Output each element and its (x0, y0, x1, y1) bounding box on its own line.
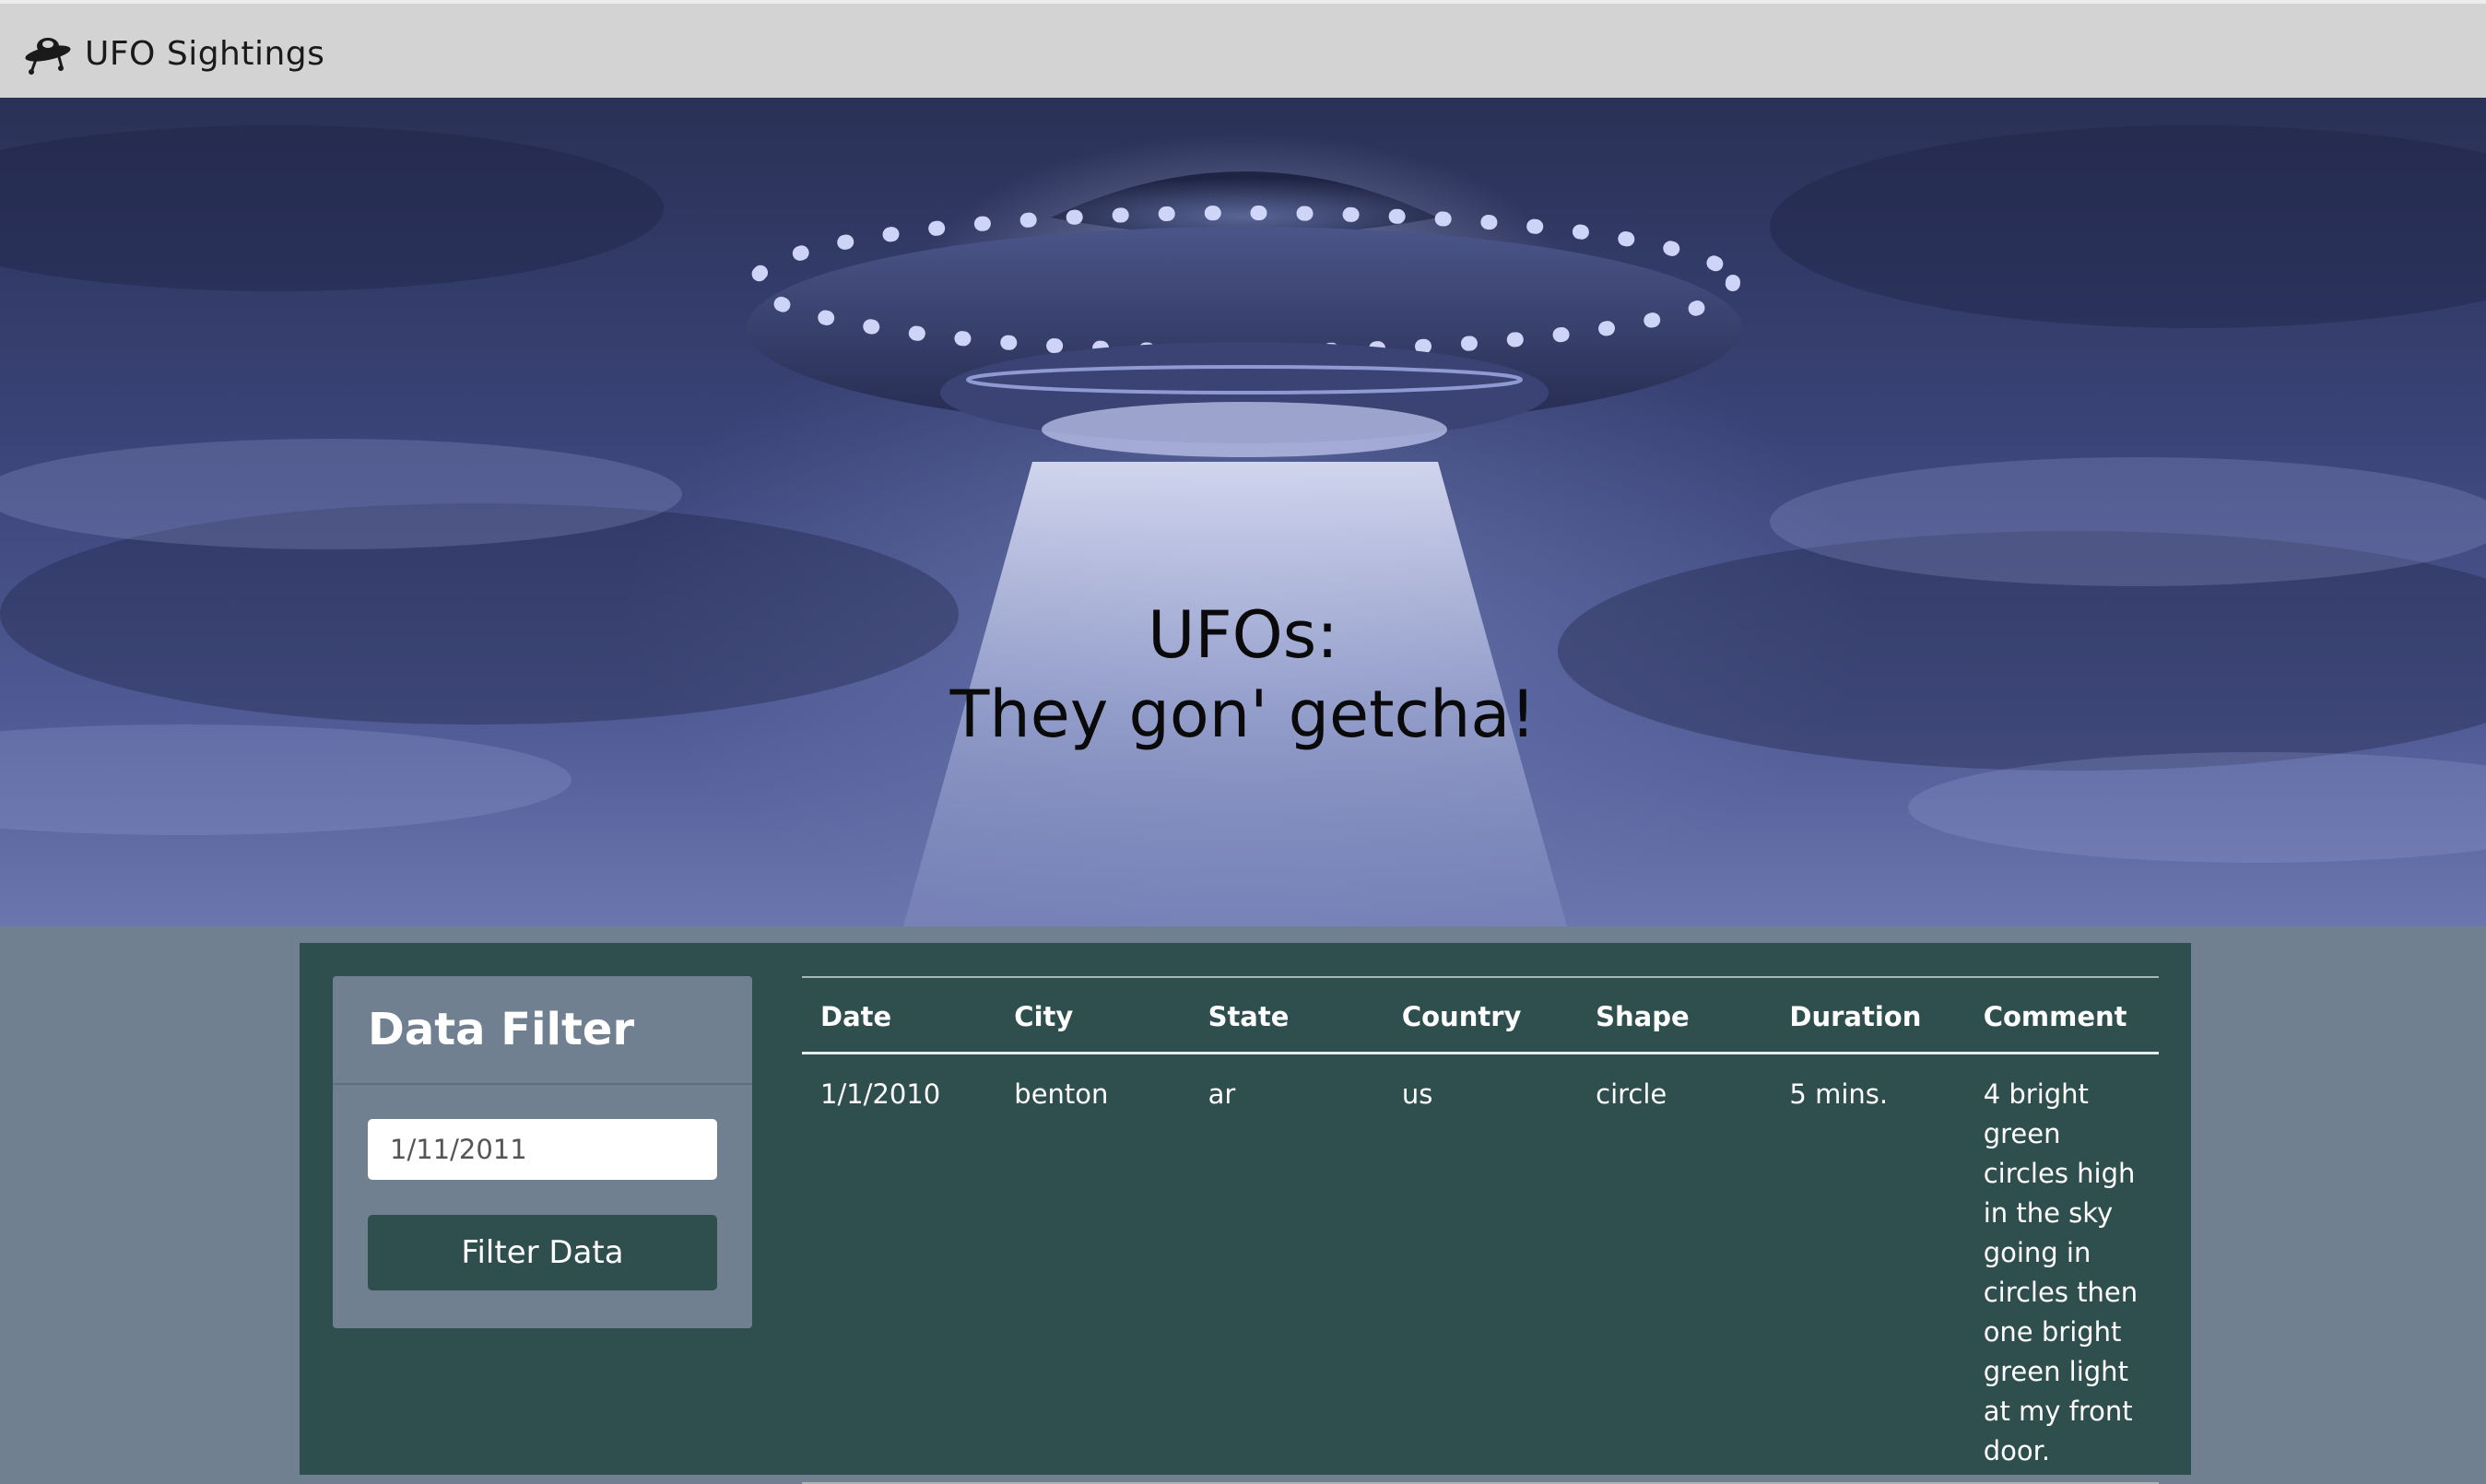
column-header-shape: Shape (1577, 976, 1772, 1054)
content-panel: Data Filter Filter Data Date City State … (300, 943, 2191, 1484)
hero-banner: UFOs: They gon' getcha! (0, 98, 2486, 926)
cell-shape: circle (1577, 1053, 1772, 1484)
cell-date: 1/1/2010 (802, 1053, 996, 1484)
column-header-state: State (1189, 976, 1384, 1054)
column-header-duration: Duration (1771, 976, 1965, 1054)
table-header-row: Date City State Country Shape Duration C… (802, 976, 2159, 1054)
filter-title: Data Filter (368, 1004, 635, 1055)
hero-title-line1: UFOs: (1148, 597, 1338, 673)
cell-comment: 4 bright green circles high in the sky g… (1964, 1053, 2159, 1484)
column-header-city: City (996, 976, 1190, 1054)
hero-title-line2: They gon' getcha! (949, 677, 1537, 752)
filter-data-button[interactable]: Filter Data (368, 1215, 717, 1290)
brand-link[interactable]: UFO Sightings (24, 28, 324, 79)
date-input[interactable] (368, 1119, 717, 1180)
column-header-date: Date (802, 976, 996, 1054)
cell-country: us (1383, 1053, 1578, 1484)
cell-duration: 5 mins. (1771, 1053, 1965, 1484)
ufo-table: Date City State Country Shape Duration C… (802, 976, 2159, 1484)
column-header-comment: Comment (1964, 976, 2159, 1054)
data-filter-card: Data Filter Filter Data (333, 976, 752, 1328)
ufo-table-container: Date City State Country Shape Duration C… (802, 976, 2159, 1484)
ufo-icon (24, 28, 76, 79)
table-row: 1/1/2010 benton ar us circle 5 mins. 4 b… (802, 1053, 2159, 1484)
cell-state: ar (1189, 1053, 1384, 1484)
brand-title: UFO Sightings (85, 34, 325, 73)
ufo-illustration (0, 125, 2486, 926)
column-header-country: Country (1383, 976, 1578, 1054)
navbar: UFO Sightings (0, 0, 2486, 98)
filter-card-header: Data Filter (333, 976, 752, 1085)
cell-city: benton (996, 1053, 1190, 1484)
hero-title: UFOs: They gon' getcha! (0, 595, 2486, 754)
